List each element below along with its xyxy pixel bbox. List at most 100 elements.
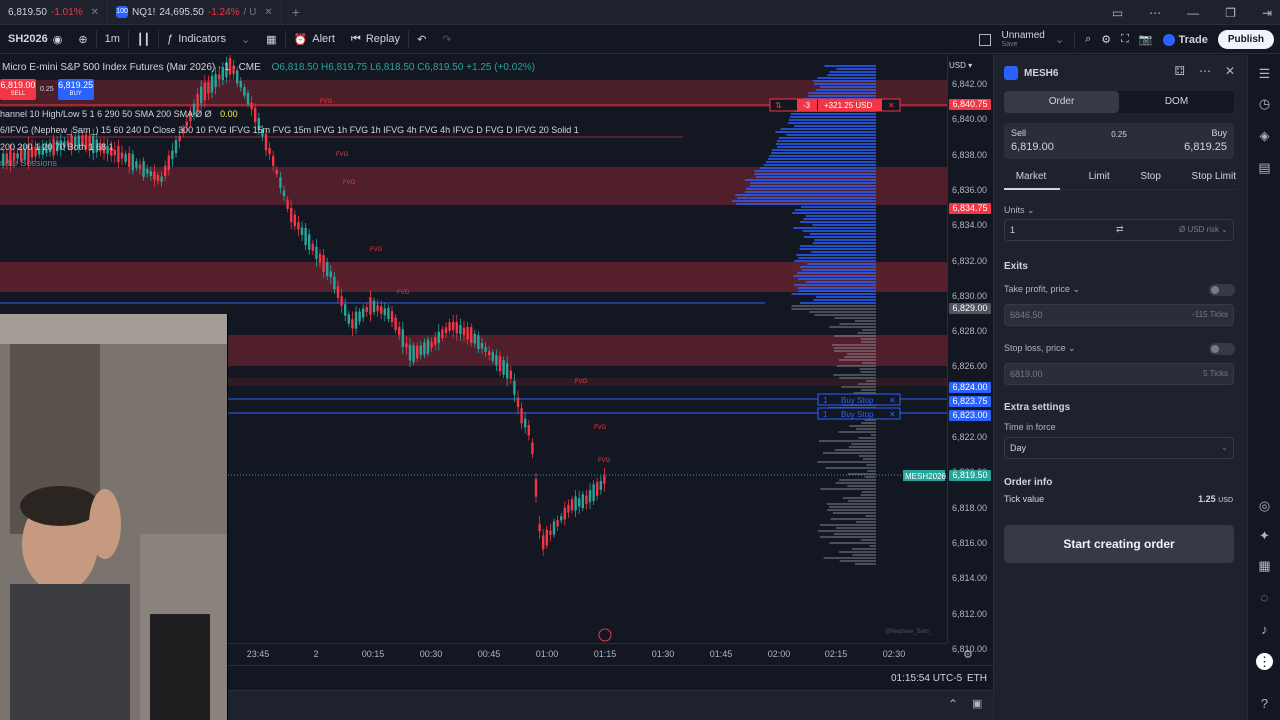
chart-type-button[interactable]: ┃┃ xyxy=(129,25,158,54)
watchlist-icon[interactable]: ☰ xyxy=(1256,65,1273,82)
more-icon[interactable]: ⋯ xyxy=(1199,64,1211,78)
indicator-line[interactable]: 200 200 1 20 70 Both 1 68 1 xyxy=(0,142,114,152)
indicator-line[interactable]: ndar Sessions xyxy=(0,158,57,168)
help-icon[interactable]: ? xyxy=(1256,695,1273,712)
layout-square-icon[interactable] xyxy=(979,33,992,46)
indicator-line[interactable]: hannel 10 High/Low 5 1 6 290 50 SMA 200 … xyxy=(0,109,238,119)
start-creating-order-button[interactable]: Start creating order xyxy=(1004,525,1234,563)
trade-button[interactable]: Trade xyxy=(1162,33,1208,46)
layout-name-button[interactable]: Unnamed Save xyxy=(1001,30,1044,49)
exit-icon[interactable]: ⇥ xyxy=(1262,6,1272,20)
indicator-line[interactable]: 6/IFVG (Nephew_Sam_) 15 60 240 D Close 3… xyxy=(0,125,579,135)
calendar-icon[interactable]: ▦ xyxy=(1256,557,1273,574)
apps-icon[interactable]: ⋮ xyxy=(1256,653,1273,670)
quick-sell-button[interactable]: 6,819.00 SELL xyxy=(0,79,36,100)
layers-icon[interactable]: ◈ xyxy=(1256,127,1273,144)
close-position-icon[interactable]: ✕ xyxy=(888,101,895,110)
candle xyxy=(570,499,574,511)
settings-icon[interactable]: ⚙ xyxy=(1101,33,1111,46)
bell-icon[interactable]: ♪ xyxy=(1256,621,1273,638)
new-tab-icon[interactable]: + xyxy=(282,4,310,20)
redo-button[interactable]: ↷ xyxy=(434,25,459,54)
candle xyxy=(491,352,494,361)
indicators-button[interactable]: ƒ Indicators ⌄ xyxy=(159,25,258,54)
layout-icon[interactable]: ▭ xyxy=(1112,6,1123,20)
volume-profile-bar xyxy=(817,77,876,79)
symbol-search-button[interactable]: SH2026 ◉ xyxy=(0,25,70,54)
sl-toggle[interactable] xyxy=(1209,343,1235,355)
close-icon[interactable]: ✕ xyxy=(264,7,272,18)
minimize-icon[interactable]: — xyxy=(1187,6,1199,20)
volume-profile-bar xyxy=(862,329,876,331)
tif-select[interactable]: Day ⌄ xyxy=(1004,437,1234,459)
clock-icon[interactable]: ◷ xyxy=(1256,95,1273,112)
camera-icon[interactable]: 📷 xyxy=(1139,33,1153,46)
candle xyxy=(290,207,293,223)
close-icon[interactable]: ✕ xyxy=(91,7,99,18)
volume-profile-bar xyxy=(870,434,876,436)
candle xyxy=(214,74,217,88)
more-icon[interactable]: ⋯ xyxy=(1149,6,1161,20)
sell-price[interactable]: 6,819.00 xyxy=(1011,141,1054,153)
tp-label[interactable]: Take profit, price ⌄ xyxy=(1004,284,1080,295)
maximize-icon[interactable]: ❐ xyxy=(1225,6,1236,20)
units-label[interactable]: Units ⌄ xyxy=(1004,205,1035,216)
settings-grid-icon[interactable]: ⚃ xyxy=(1175,64,1185,78)
clock[interactable]: 01:15:54 UTC-5 xyxy=(891,673,962,684)
chat-icon[interactable]: ▤ xyxy=(1256,159,1273,176)
sl-input[interactable]: 6819.00 5 Ticks xyxy=(1004,363,1234,385)
panel-symbol[interactable]: MESH6 xyxy=(1024,68,1058,79)
add-symbol-button[interactable]: ⊕ xyxy=(70,25,95,54)
units-input[interactable]: 1 ⇄ Ø USD risk ⌄ xyxy=(1004,219,1234,241)
quick-buy-button[interactable]: 6,819.25 BUY xyxy=(57,79,94,100)
chevron-down-icon: ⌄ xyxy=(1221,443,1228,452)
tab-nq[interactable]: 100 NQ1! 24,695.50 -1.24% / U ✕ xyxy=(108,0,282,25)
sl-label[interactable]: Stop loss, price ⌄ xyxy=(1004,343,1076,354)
interval-button[interactable]: 1m xyxy=(97,25,128,54)
tab-extra: / U xyxy=(243,6,257,18)
chart-toolbar: SH2026 ◉ ⊕ 1m ┃┃ ƒ Indicators ⌄ ▦ ⏰ Aler… xyxy=(0,25,1280,54)
time-axis[interactable]: 23:45 2 00:15 00:30 00:45 01:00 01:15 01:30 01:4… xyxy=(228,643,973,665)
buy-label[interactable]: Buy xyxy=(1211,128,1227,138)
tab-order[interactable]: Order xyxy=(1004,91,1119,113)
buy-price[interactable]: 6,819.25 xyxy=(1184,141,1227,153)
target-icon[interactable]: ◎ xyxy=(1256,497,1273,514)
risk-select[interactable]: Ø USD risk ⌄ xyxy=(1179,225,1228,234)
cancel-order-icon[interactable]: ✕ xyxy=(889,396,896,405)
tab-limit[interactable]: Limit xyxy=(1089,171,1110,182)
session-toggle[interactable]: ETH xyxy=(967,673,987,684)
tp-toggle[interactable] xyxy=(1209,284,1235,296)
ideas-icon[interactable]: ✦ xyxy=(1256,527,1273,544)
undo-button[interactable]: ↶ xyxy=(409,25,434,54)
fullscreen-icon[interactable]: ⛶ xyxy=(1121,33,1129,46)
compare-icon[interactable]: ◉ xyxy=(53,33,63,46)
templates-button[interactable]: ▦ xyxy=(258,25,284,54)
tp-input[interactable]: 6846.50 -115 Ticks xyxy=(1004,304,1234,326)
chevron-up-icon[interactable]: ⌃ xyxy=(948,697,958,711)
currency-select[interactable]: USD ▾ xyxy=(949,61,972,70)
tab-stop[interactable]: Stop xyxy=(1140,171,1161,182)
broadcast-icon[interactable]: ◌ xyxy=(1256,589,1273,606)
tab-market[interactable]: Market xyxy=(1004,171,1058,182)
search-icon[interactable]: ⌕ xyxy=(1085,33,1091,46)
volume-profile-bar xyxy=(800,245,876,247)
cancel-order-icon[interactable]: ✕ xyxy=(889,410,896,419)
maximize-panel-icon[interactable]: ▣ xyxy=(972,697,982,710)
tab-stop-limit[interactable]: Stop Limit xyxy=(1192,171,1236,182)
chevron-down-icon[interactable]: ⌄ xyxy=(241,33,250,46)
price-axis[interactable]: USD ▾ 6,842.00 6,840.00 6,838.00 6,836.00 6,… xyxy=(947,55,993,654)
alert-button[interactable]: ⏰ Alert xyxy=(286,25,343,54)
replay-icon: ⏮ xyxy=(350,32,361,45)
swap-icon[interactable]: ⇄ xyxy=(1116,224,1124,235)
lightning-icon[interactable] xyxy=(598,628,612,642)
panel-header-controls: ⚃ ⋯ ✕ xyxy=(1175,64,1236,78)
tab-mes[interactable]: 6,819.50 -1.01% ✕ xyxy=(0,0,109,25)
volume-profile-bar xyxy=(794,125,876,127)
replay-button[interactable]: ⏮ Replay xyxy=(343,25,408,54)
publish-button[interactable]: Publish xyxy=(1217,30,1274,49)
close-icon[interactable]: ✕ xyxy=(1225,64,1235,78)
volume-profile-bar xyxy=(755,176,876,178)
settings-icon[interactable]: ⚙ xyxy=(963,648,973,661)
tab-dom[interactable]: DOM xyxy=(1119,91,1234,113)
chevron-down-icon[interactable]: ⌄ xyxy=(1055,33,1064,46)
